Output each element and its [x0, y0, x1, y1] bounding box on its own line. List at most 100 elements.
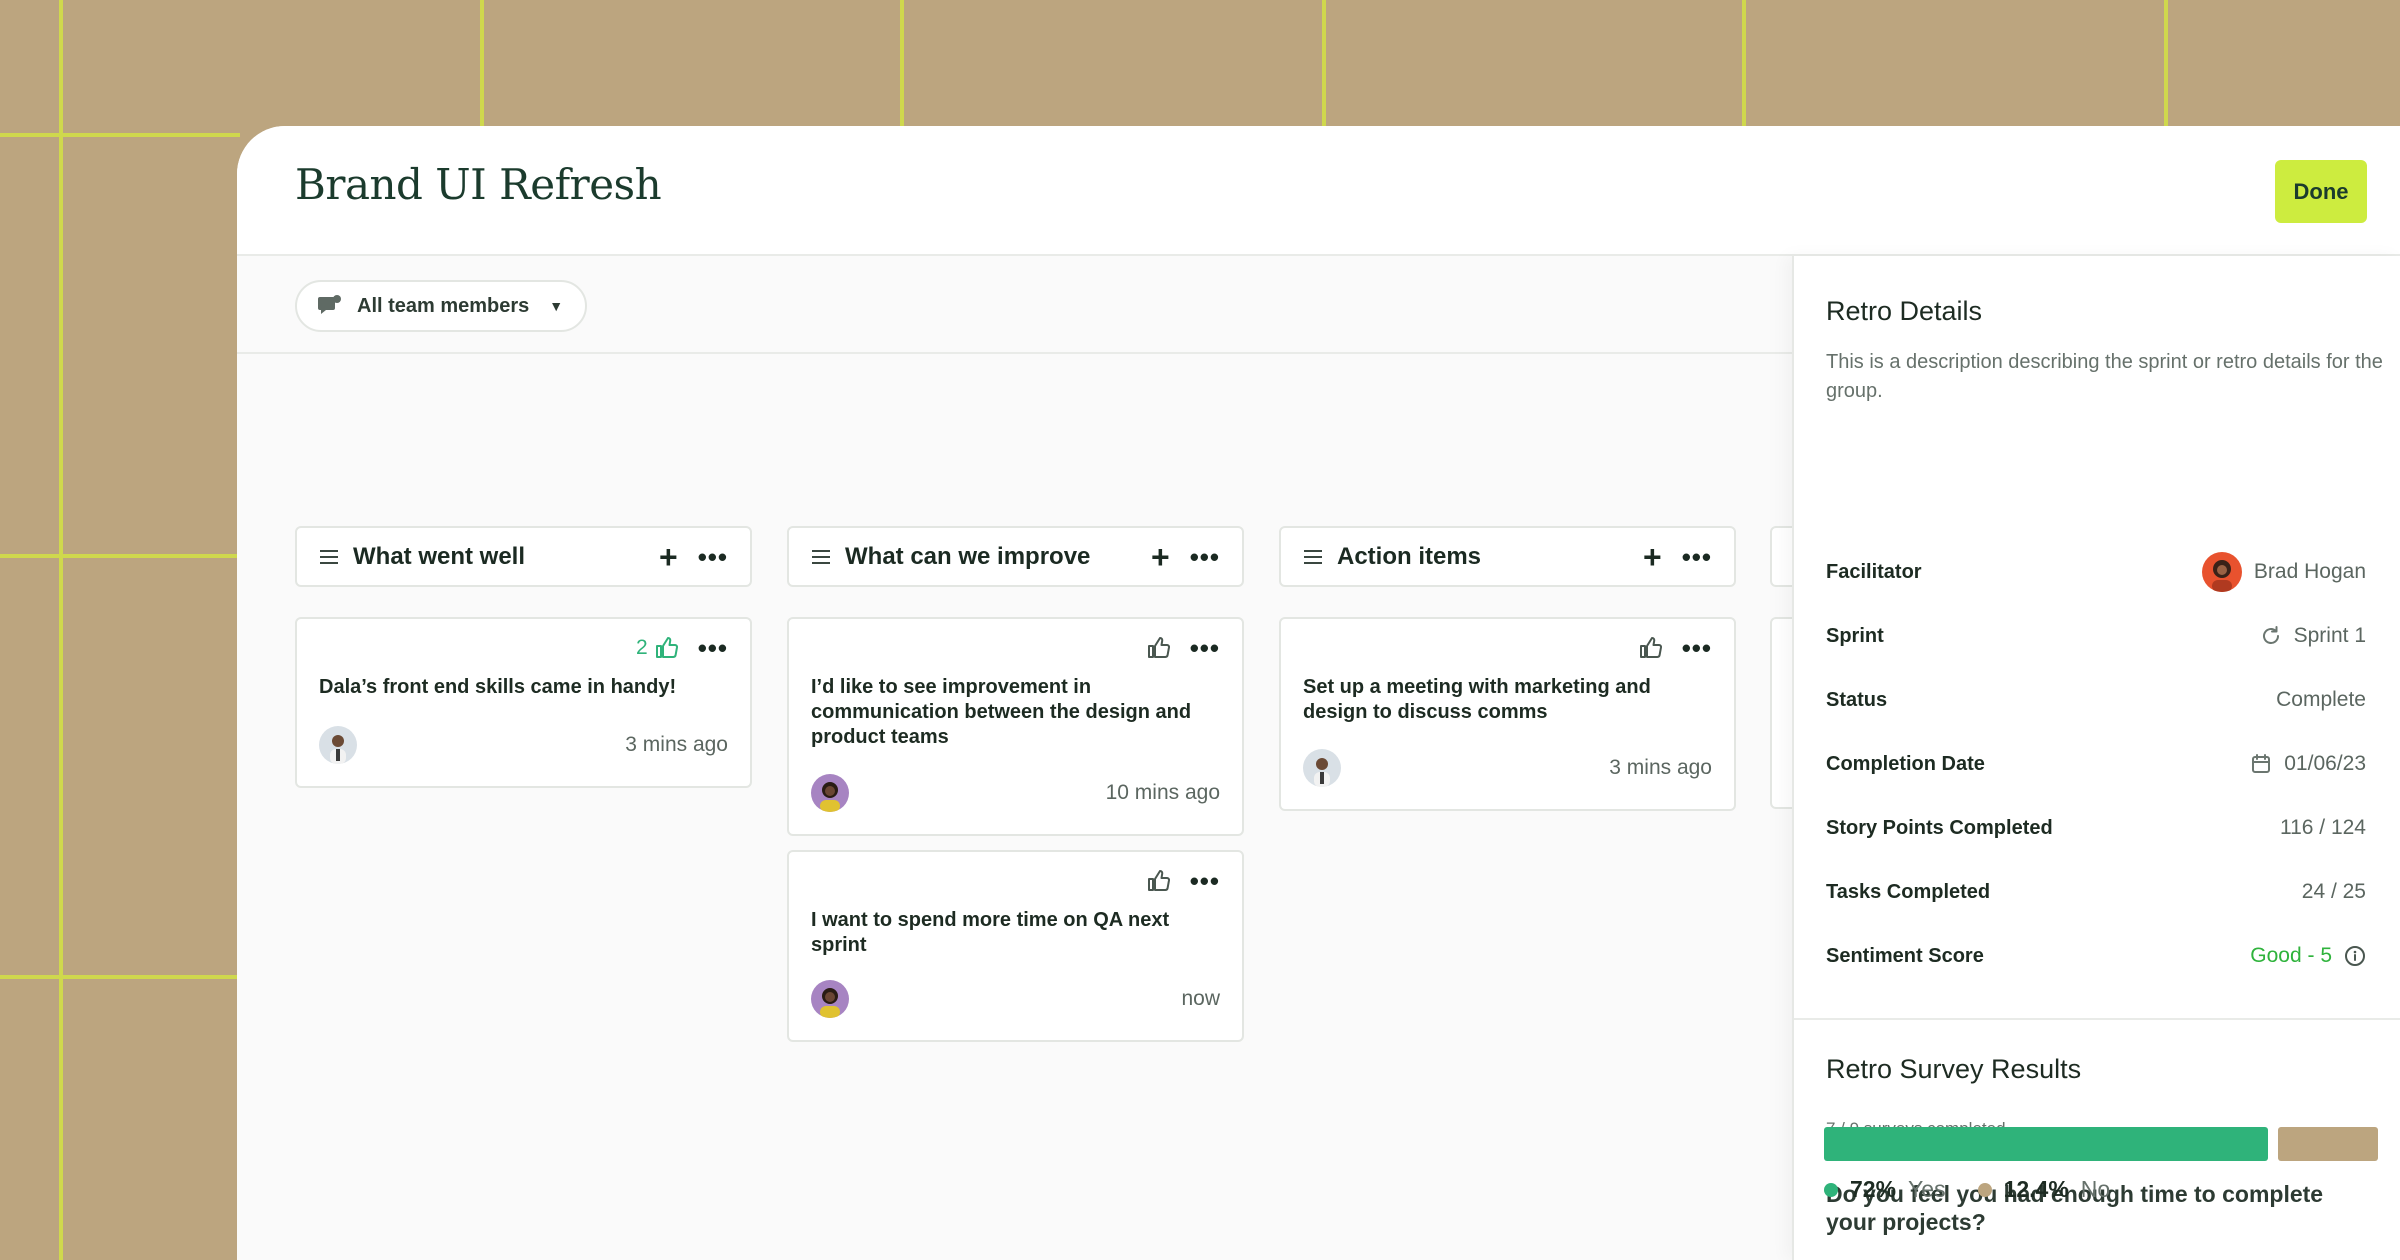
more-options-icon[interactable]: •••	[1190, 544, 1220, 570]
detail-row-sprint: Sprint Sprint 1	[1826, 616, 2366, 656]
legend-no-label: No	[2080, 1176, 2111, 1202]
legend-no-percent: 12.4%	[2003, 1176, 2069, 1202]
legend-dot-yes	[1824, 1182, 1838, 1197]
facilitator-name: Brad Hogan	[2253, 560, 2366, 583]
card-actions: •••	[1638, 635, 1712, 661]
avatar	[811, 774, 849, 812]
drag-handle-icon[interactable]	[319, 549, 339, 565]
card-timestamp: 3 mins ago	[625, 733, 728, 756]
detail-row-facilitator: Facilitator Brad Hogan	[1826, 552, 2366, 592]
card-text: I want to spend more time on QA next spr…	[811, 909, 1170, 956]
detail-value-wrap: Sprint 1	[2260, 624, 2366, 648]
detail-label: Status	[1826, 688, 1888, 711]
avatar	[1303, 749, 1341, 787]
panel-divider	[1794, 1018, 2400, 1020]
more-options-icon[interactable]: •••	[1682, 544, 1712, 570]
survey-title: Retro Survey Results	[1826, 1054, 2082, 1084]
retro-details-description: This is a description describing the spr…	[1826, 351, 2383, 402]
more-options-icon[interactable]: •••	[1190, 635, 1220, 661]
survey-bar-yes	[1824, 1127, 2268, 1161]
thumbs-up-icon[interactable]	[654, 636, 678, 660]
survey-legend: 72% Yes 12.4% No	[1824, 1176, 2130, 1203]
card-timestamp: now	[1181, 987, 1220, 1010]
detail-row-sentiment-score: Sentiment Score Good - 5	[1826, 936, 2366, 976]
detail-label: Sprint	[1826, 624, 1884, 647]
card-timestamp: 3 mins ago	[1609, 756, 1712, 779]
retro-details-panel: Retro Details This is a description desc…	[1792, 256, 2400, 1260]
column-title: Action items	[1337, 542, 1482, 570]
done-button[interactable]: Done	[2275, 160, 2367, 223]
team-chat-icon	[317, 294, 343, 318]
info-icon[interactable]	[2344, 945, 2366, 967]
detail-row-tasks-completed: Tasks Completed 24 / 25	[1826, 872, 2366, 912]
chevron-down-icon: ▼	[549, 298, 564, 314]
filter-bar-row: All team members ▼	[237, 256, 1792, 354]
card-actions: •••	[1146, 868, 1220, 894]
detail-label: Facilitator	[1826, 560, 1922, 583]
team-members-filter[interactable]: All team members ▼	[295, 280, 588, 332]
card-footer: 3 mins ago	[319, 726, 728, 764]
more-options-icon[interactable]: •••	[1682, 635, 1712, 661]
legend-yes-percent: 72%	[1850, 1176, 1897, 1202]
survey-result-bar	[1824, 1127, 2378, 1161]
card-footer: now	[811, 980, 1220, 1018]
completion-date-value: 01/06/23	[2284, 752, 2366, 775]
retro-board-window: Brand UI Refresh Done All team members ▼…	[237, 126, 2400, 1260]
more-options-icon[interactable]: •••	[1190, 868, 1220, 894]
detail-label: Sentiment Score	[1826, 944, 1984, 967]
facilitator-avatar	[2201, 552, 2242, 592]
card-text: Dala’s front end skills came in handy!	[319, 676, 677, 698]
add-card-icon[interactable]: +	[1151, 541, 1170, 573]
more-options-icon[interactable]: •••	[698, 544, 728, 570]
column-header: What can we improve + •••	[787, 526, 1244, 587]
retro-card[interactable]: ••• I want to spend more time on QA next…	[787, 850, 1244, 1042]
detail-value-wrap: Brad Hogan	[2201, 552, 2366, 592]
survey-bar-no	[2278, 1127, 2378, 1161]
team-members-filter-label: All team members	[357, 294, 530, 317]
grid-line	[59, 0, 63, 1260]
detail-value-wrap: 01/06/23	[2250, 752, 2366, 776]
thumbs-up-icon[interactable]	[1638, 636, 1662, 660]
tasks-completed-value: 24 / 25	[2301, 880, 2366, 903]
drag-handle-icon[interactable]	[811, 549, 831, 565]
add-card-icon[interactable]: +	[1643, 541, 1662, 573]
detail-label: Completion Date	[1826, 752, 1985, 775]
like-count: 2	[636, 636, 648, 659]
thumbs-up-icon[interactable]	[1146, 636, 1170, 660]
avatar	[319, 726, 357, 764]
card-text: Set up a meeting with marketing and desi…	[1303, 676, 1651, 723]
card-footer: 10 mins ago	[811, 774, 1220, 812]
card-actions: 2 •••	[636, 635, 728, 661]
sprint-value: Sprint 1	[2293, 624, 2366, 647]
column-title: What went well	[353, 542, 526, 570]
card-actions: •••	[1146, 635, 1220, 661]
detail-label: Story Points Completed	[1826, 816, 2053, 839]
legend-dot-no	[1977, 1182, 1992, 1197]
retro-details-title: Retro Details	[1826, 296, 1983, 326]
add-card-icon[interactable]: +	[659, 541, 678, 573]
legend-yes-label: Yes	[1908, 1176, 1946, 1202]
detail-row-status: Status Complete	[1826, 680, 2366, 720]
refresh-icon	[2260, 625, 2282, 647]
board-header: Brand UI Refresh Done	[237, 126, 2400, 256]
drag-handle-icon[interactable]	[1303, 549, 1323, 565]
detail-row-story-points: Story Points Completed 116 / 124	[1826, 808, 2366, 848]
thumbs-up-icon[interactable]	[1146, 869, 1170, 893]
grid-line	[0, 975, 240, 979]
detail-label: Tasks Completed	[1826, 880, 1991, 903]
more-options-icon[interactable]: •••	[698, 635, 728, 661]
story-points-value: 116 / 124	[2279, 816, 2366, 839]
column-title: What can we improve	[845, 542, 1091, 570]
detail-row-completion-date: Completion Date 01/06/23	[1826, 744, 2366, 784]
card-timestamp: 10 mins ago	[1105, 781, 1220, 804]
sentiment-score-value: Good - 5	[2250, 944, 2332, 967]
board-title: Brand UI Refresh	[295, 160, 662, 209]
status-value: Complete	[2276, 688, 2366, 711]
card-text: I’d like to see improvement in communica…	[811, 676, 1192, 748]
retro-card[interactable]: ••• I’d like to see improvement in commu…	[787, 617, 1244, 836]
retro-card[interactable]: ••• Set up a meeting with marketing and …	[1279, 617, 1736, 811]
grid-line	[0, 554, 240, 558]
grid-line	[0, 133, 240, 137]
retro-card[interactable]: 2 ••• Dala’s front end skills came in ha…	[295, 617, 752, 788]
avatar	[811, 980, 849, 1018]
